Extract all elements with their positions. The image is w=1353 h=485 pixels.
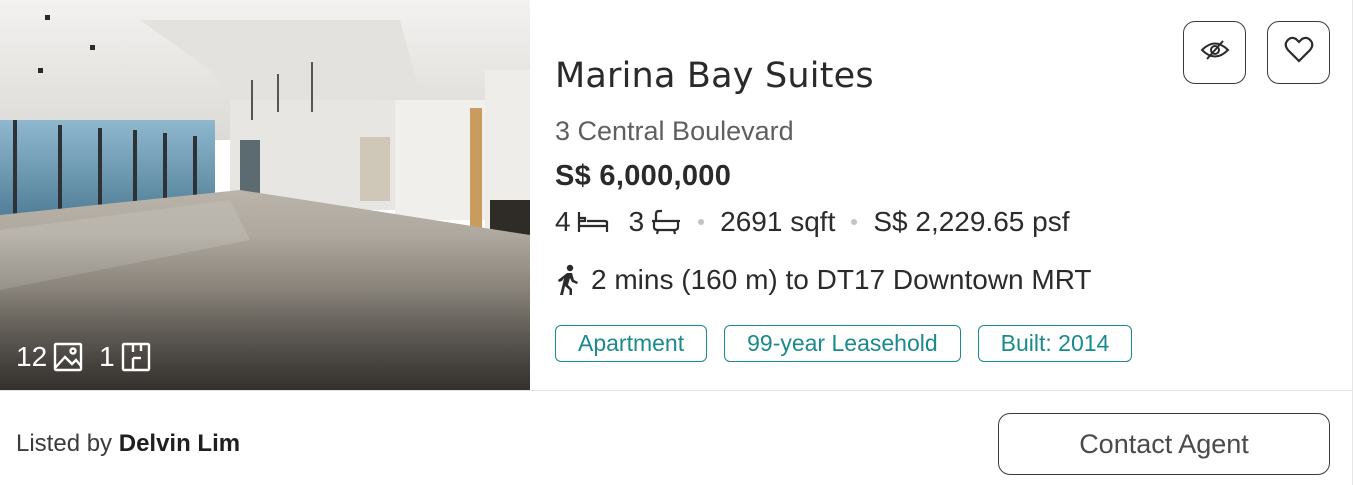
image-icon bbox=[53, 342, 83, 372]
tag-property-type: Apartment bbox=[555, 325, 708, 362]
bed-icon bbox=[577, 210, 609, 234]
favorite-button[interactable] bbox=[1267, 21, 1330, 84]
heart-icon bbox=[1284, 36, 1314, 69]
photo-count: 12 bbox=[16, 341, 48, 372]
listing-photo[interactable]: 12 1 bbox=[0, 0, 530, 390]
card-divider bbox=[0, 390, 1352, 391]
listing-address: 3 Central Boulevard bbox=[555, 116, 794, 146]
separator-dot bbox=[698, 219, 705, 225]
mrt-distance-text: 2 mins (160 m) to DT17 Downtown MRT bbox=[591, 264, 1092, 295]
agent-name[interactable]: Delvin Lim bbox=[119, 430, 240, 457]
listing-info: Marina Bay Suites 3 Central Boulevard S$… bbox=[555, 0, 1352, 390]
bathtub-icon bbox=[650, 209, 682, 235]
media-counts: 12 1 bbox=[16, 342, 151, 372]
separator-dot bbox=[851, 219, 858, 225]
tag-tenure: 99-year Leasehold bbox=[724, 325, 961, 362]
eye-slash-icon bbox=[1200, 39, 1230, 66]
floorplan-count: 1 bbox=[99, 341, 115, 372]
listed-by-label: Listed by bbox=[16, 430, 113, 457]
contact-agent-button[interactable]: Contact Agent bbox=[998, 413, 1330, 475]
bedroom-count: 4 bbox=[555, 206, 571, 237]
listed-by: Listed by Delvin Lim bbox=[16, 430, 240, 458]
listing-card: 12 1 Marina Bay Suites 3 Central Bouleva… bbox=[0, 0, 1353, 485]
interior-photo bbox=[0, 0, 530, 390]
listing-specs: 4 3 2691 sqft S$ 2,229.65 psf bbox=[555, 206, 1070, 238]
floorplan-icon bbox=[121, 342, 151, 372]
tag-built-year: Built: 2014 bbox=[977, 325, 1133, 362]
listing-tags: Apartment 99-year Leasehold Built: 2014 bbox=[555, 325, 1133, 362]
mrt-distance: 2 mins (160 m) to DT17 Downtown MRT bbox=[555, 264, 1092, 296]
bathroom-count: 3 bbox=[628, 206, 645, 237]
listing-title[interactable]: Marina Bay Suites bbox=[555, 56, 874, 96]
walking-person-icon bbox=[555, 264, 581, 296]
floor-area: 2691 sqft bbox=[720, 206, 836, 237]
listing-price: S$ 6,000,000 bbox=[555, 160, 732, 192]
hide-listing-button[interactable] bbox=[1183, 21, 1246, 84]
price-psf: S$ 2,229.65 psf bbox=[873, 206, 1070, 237]
